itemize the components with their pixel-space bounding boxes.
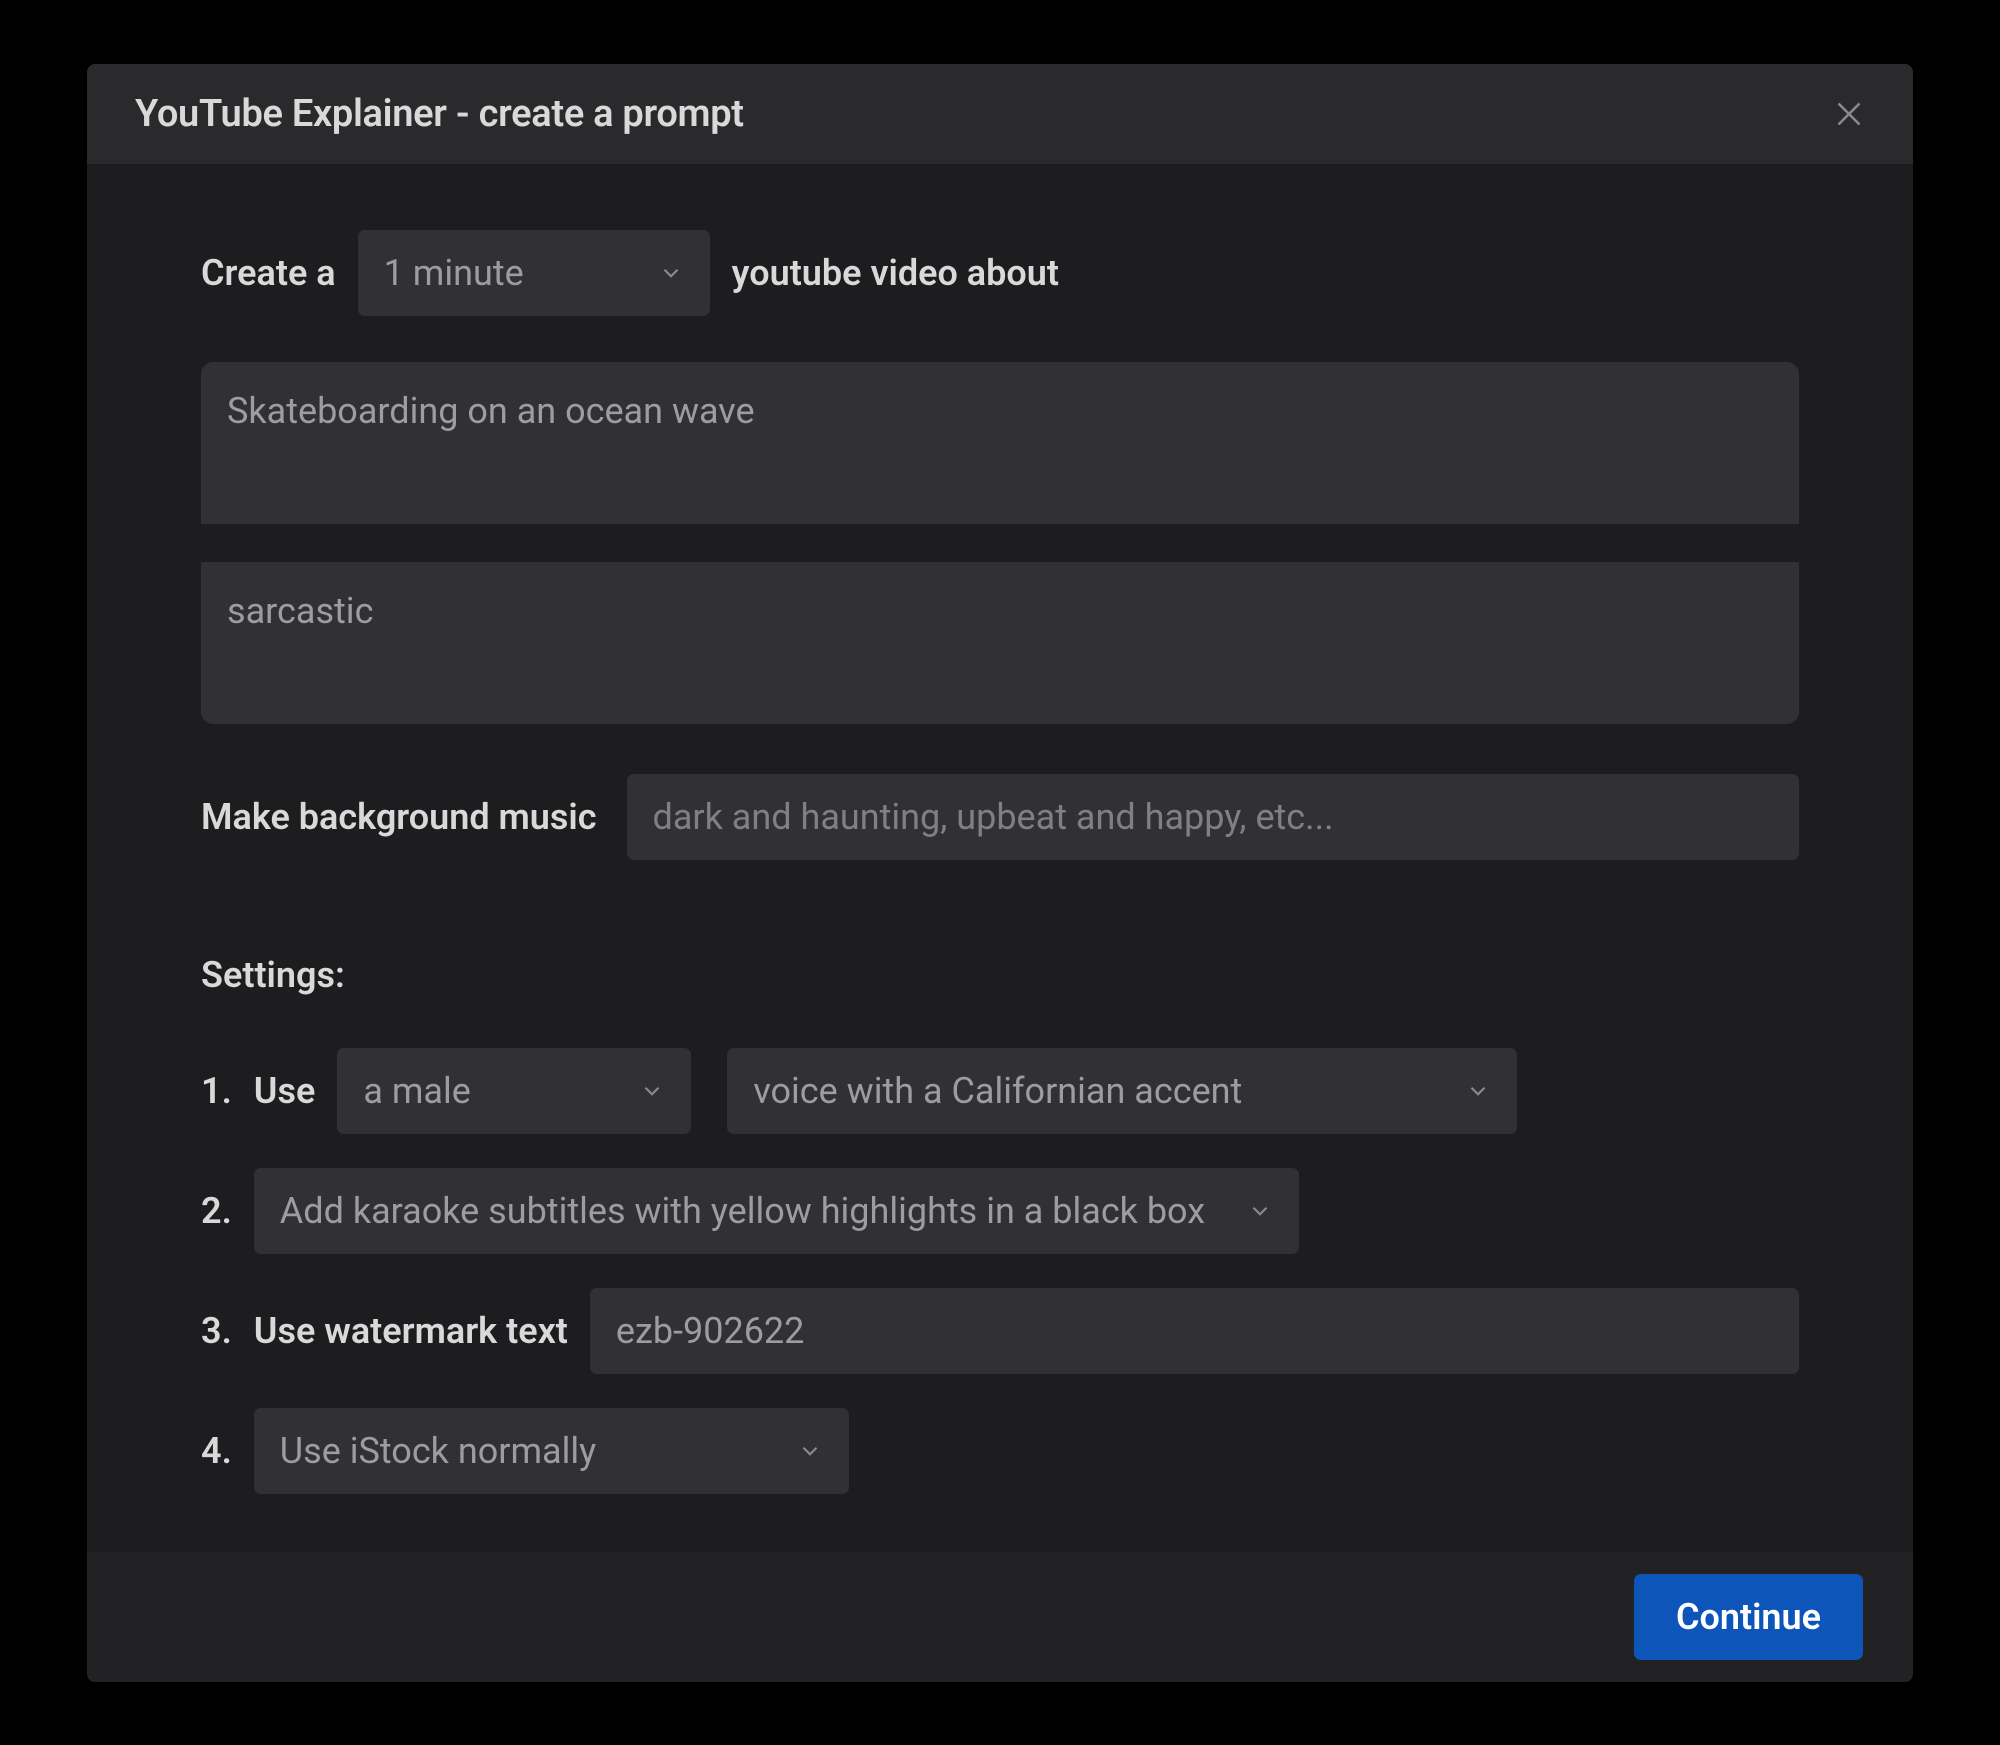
create-a-label: Create a	[201, 252, 336, 294]
voice-gender-select[interactable]: a male	[337, 1048, 691, 1134]
duration-select-value: 1 minute	[384, 252, 524, 294]
modal-body: Create a 1 minute youtube video about Ma…	[87, 164, 1913, 1552]
continue-button[interactable]: Continue	[1634, 1574, 1863, 1660]
setting-row-watermark: 3. Use watermark text	[201, 1288, 1799, 1374]
modal-title: YouTube Explainer - create a prompt	[135, 92, 744, 136]
setting-row-voice: 1. Use a male voice with a Californian a…	[201, 1048, 1799, 1134]
voice-accent-select[interactable]: voice with a Californian accent	[727, 1048, 1517, 1134]
modal-dialog: YouTube Explainer - create a prompt Crea…	[87, 64, 1913, 1682]
setting-number-3: 3.	[201, 1310, 232, 1352]
setting-row-subtitles: 2. Add karaoke subtitles with yellow hig…	[201, 1168, 1799, 1254]
topic-input[interactable]	[201, 362, 1799, 524]
setting-number-2: 2.	[201, 1190, 232, 1232]
voice-gender-value: a male	[363, 1070, 471, 1112]
watermark-input[interactable]	[590, 1288, 1799, 1374]
close-icon[interactable]	[1831, 96, 1867, 132]
setting-number-4: 4.	[201, 1430, 232, 1472]
setting-row-stock: 4. Use iStock normally	[201, 1408, 1799, 1494]
youtube-video-about-label: youtube video about	[732, 252, 1059, 294]
modal-header: YouTube Explainer - create a prompt	[87, 64, 1913, 164]
subtitles-value: Add karaoke subtitles with yellow highli…	[280, 1190, 1205, 1232]
tone-input[interactable]	[201, 562, 1799, 724]
chevron-down-icon	[1465, 1078, 1491, 1104]
chevron-down-icon	[1247, 1198, 1273, 1224]
settings-heading: Settings:	[201, 954, 1799, 996]
chevron-down-icon	[797, 1438, 823, 1464]
chevron-down-icon	[658, 260, 684, 286]
chevron-down-icon	[639, 1078, 665, 1104]
music-row: Make background music	[201, 774, 1799, 860]
music-input[interactable]	[627, 774, 1799, 860]
duration-sentence-row: Create a 1 minute youtube video about	[201, 230, 1799, 316]
stock-source-select[interactable]: Use iStock normally	[254, 1408, 849, 1494]
music-label: Make background music	[201, 796, 597, 838]
stock-source-value: Use iStock normally	[280, 1430, 596, 1472]
voice-accent-value: voice with a Californian accent	[753, 1070, 1242, 1112]
modal-footer: Continue	[87, 1552, 1913, 1682]
subtitles-select[interactable]: Add karaoke subtitles with yellow highli…	[254, 1168, 1299, 1254]
duration-select[interactable]: 1 minute	[358, 230, 710, 316]
use-label: Use	[254, 1070, 316, 1112]
watermark-label: Use watermark text	[254, 1310, 568, 1352]
setting-number-1: 1.	[201, 1070, 232, 1112]
